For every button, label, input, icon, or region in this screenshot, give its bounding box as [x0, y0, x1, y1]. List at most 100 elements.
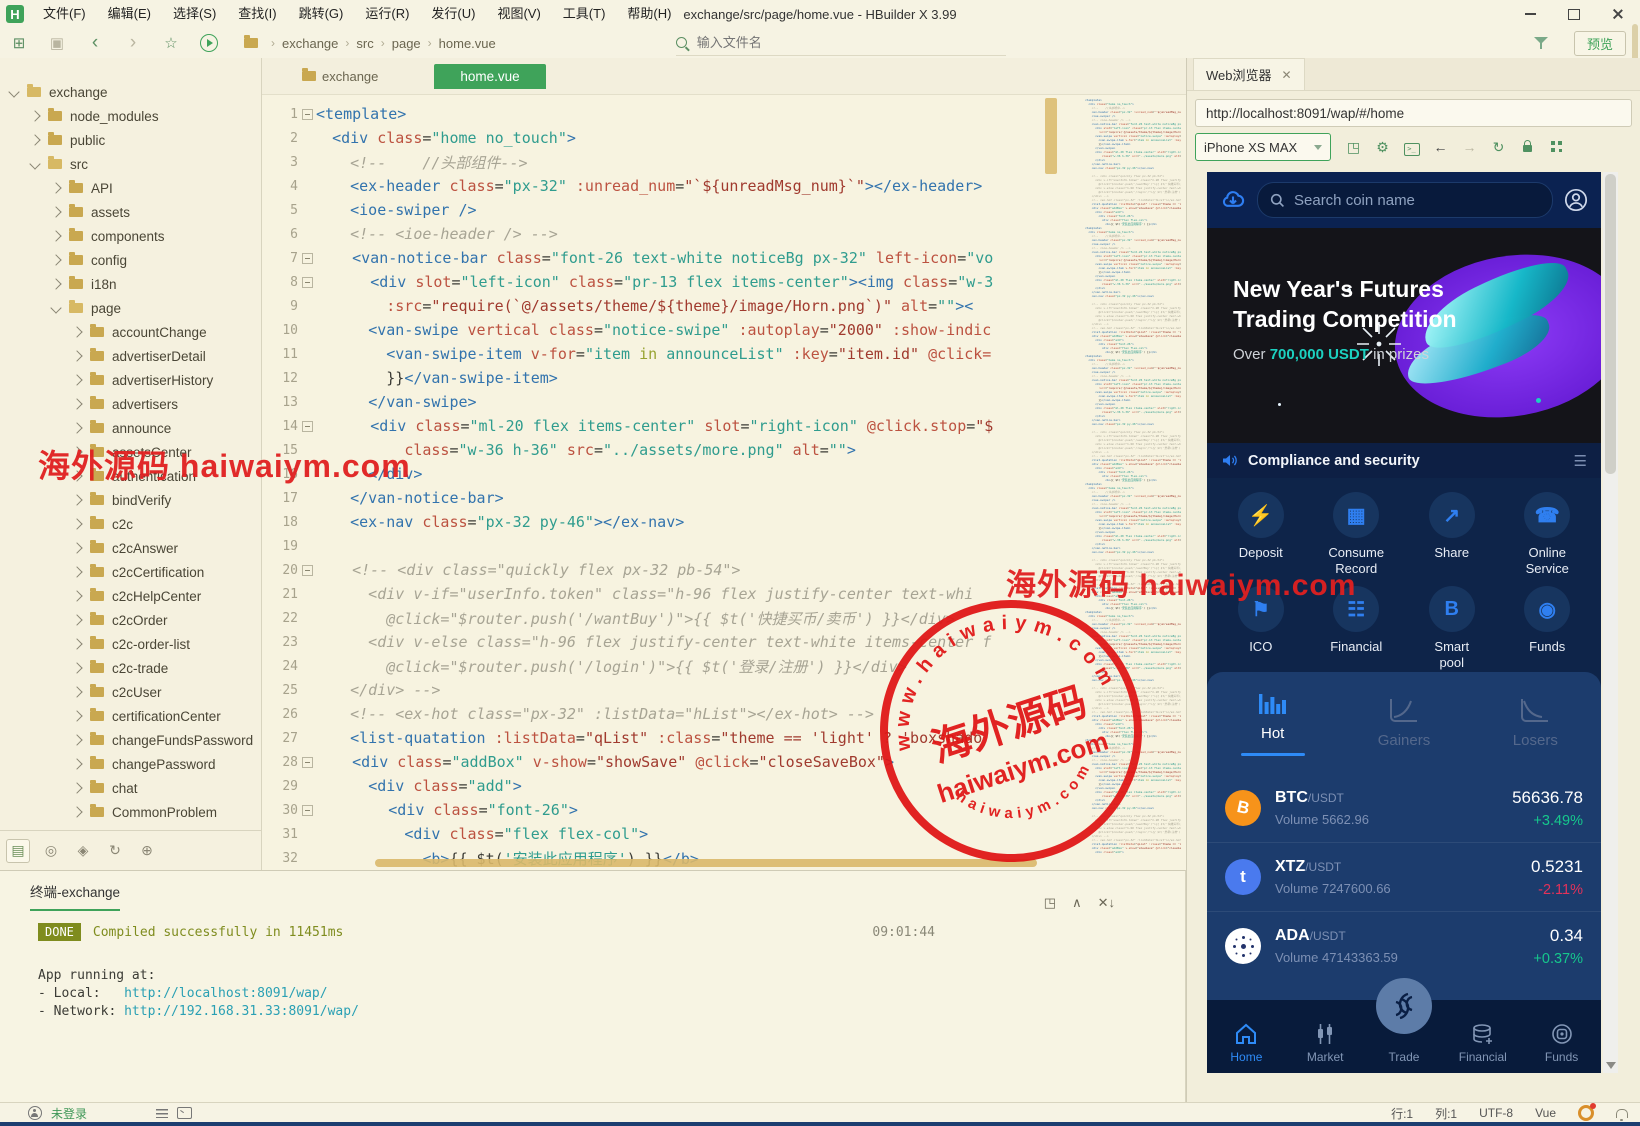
code-line[interactable]: 10 <van-swipe vertical class="notice-swi…: [262, 318, 1186, 342]
chevron-right-icon[interactable]: [71, 638, 83, 650]
coin-search-box[interactable]: Search coin name: [1257, 182, 1553, 218]
terminal-tab[interactable]: 终端-exchange: [30, 881, 121, 911]
tree-item-config[interactable]: config: [0, 248, 261, 272]
plugins-view-icon[interactable]: ◈: [72, 840, 94, 862]
preview-scrollbar[interactable]: [1603, 172, 1618, 1073]
tree-item-accountChange[interactable]: accountChange: [0, 320, 261, 344]
breadcrumb[interactable]: › exchange › src › page › home.vue: [244, 35, 496, 51]
quick-action-share[interactable]: ↗ Share: [1404, 492, 1500, 578]
nav-home[interactable]: Home: [1207, 1000, 1286, 1073]
account-icon[interactable]: [28, 1106, 42, 1120]
tree-item-assetsCenter[interactable]: assetsCenter: [0, 440, 261, 464]
editor-vscrollbar[interactable]: [1045, 98, 1057, 174]
code-line[interactable]: 12 }}</van-swipe-item>: [262, 366, 1186, 390]
tree-item-c2c-order-list[interactable]: c2c-order-list: [0, 632, 261, 656]
tree-item-components[interactable]: components: [0, 224, 261, 248]
tab-losers[interactable]: Losers: [1470, 672, 1601, 774]
chevron-right-icon[interactable]: [71, 710, 83, 722]
notice-bar[interactable]: Compliance and security ☰: [1207, 443, 1601, 478]
lock-icon[interactable]: [1513, 139, 1542, 155]
promo-banner[interactable]: New Year's Futures Trading Competition O…: [1207, 228, 1601, 443]
filetype[interactable]: Vue: [1535, 1106, 1556, 1120]
breadcrumb-item[interactable]: page: [392, 36, 421, 51]
tree-item-c2c[interactable]: c2c: [0, 512, 261, 536]
quick-action-funds[interactable]: ◉ Funds: [1500, 586, 1596, 672]
code-line[interactable]: 18 <ex-nav class="px-32 py-46"></ex-nav>: [262, 510, 1186, 534]
tab-gainers[interactable]: Gainers: [1338, 672, 1469, 774]
code-line[interactable]: 27 <list-quatation :listData="qList" :cl…: [262, 726, 1186, 750]
chevron-right-icon[interactable]: [71, 758, 83, 770]
device-selector[interactable]: iPhone XS MAX: [1195, 133, 1331, 161]
chevron-right-icon[interactable]: [71, 518, 83, 530]
quick-action-consume-record[interactable]: ▦ Consume Record: [1309, 492, 1405, 578]
fold-icon[interactable]: [302, 804, 313, 816]
nav-market[interactable]: Market: [1286, 1000, 1365, 1073]
quick-action-online-service[interactable]: ☎ Online Service: [1500, 492, 1596, 578]
code-line[interactable]: 22 @click="$router.push('/wantBuy')">{{ …: [262, 606, 1186, 630]
tree-item-CommonProblem[interactable]: CommonProblem: [0, 800, 261, 824]
menu-item[interactable]: 发行(U): [420, 0, 486, 28]
gear-icon[interactable]: ⚙: [1368, 139, 1397, 156]
menu-item[interactable]: 文件(F): [32, 0, 97, 28]
chevron-right-icon[interactable]: [71, 614, 83, 626]
menu-item[interactable]: 工具(T): [552, 0, 617, 28]
chevron-right-icon[interactable]: [71, 542, 83, 554]
coin-row-xtz[interactable]: t XTZ/USDT Volume 7247600.66 0.5231 -2.1…: [1207, 842, 1601, 911]
breadcrumb-item[interactable]: home.vue: [439, 36, 496, 51]
chevron-right-icon[interactable]: [50, 278, 62, 290]
fold-icon[interactable]: [302, 252, 313, 264]
terminal-collapse-icon[interactable]: ∧: [1072, 895, 1082, 911]
code-line[interactable]: 9 :src="require(`@/assets/theme/${theme}…: [262, 294, 1186, 318]
nav-trade[interactable]: Trade: [1365, 978, 1444, 1073]
chevron-right-icon[interactable]: [71, 782, 83, 794]
browser-tab-close-icon[interactable]: ✕: [1282, 68, 1292, 82]
chevron-down-icon[interactable]: [29, 158, 41, 170]
breadcrumb-item[interactable]: src: [356, 36, 373, 51]
chevron-right-icon[interactable]: [50, 182, 62, 194]
run-button[interactable]: [190, 34, 228, 52]
tree-item-c2cHelpCenter[interactable]: c2cHelpCenter: [0, 584, 261, 608]
tree-item-announce[interactable]: announce: [0, 416, 261, 440]
fold-icon[interactable]: [302, 108, 313, 120]
tree-item-page[interactable]: page: [0, 296, 261, 320]
coin-row-ada[interactable]: ADA/USDT Volume 47143363.59 0.34 +0.37%: [1207, 911, 1601, 980]
tree-item-API[interactable]: API: [0, 176, 261, 200]
code-line[interactable]: 24 @click="$router.push('/login')">{{ $t…: [262, 654, 1186, 678]
code-line[interactable]: 23 <div v-else class="h-96 flex justify-…: [262, 630, 1186, 654]
notice-list-icon[interactable]: ☰: [1574, 452, 1587, 470]
chevron-right-icon[interactable]: [50, 230, 62, 242]
code-line[interactable]: 6 <!-- <ioe-header /> -->: [262, 222, 1186, 246]
coin-row-btc[interactable]: B BTC/USDT Volume 5662.96 56636.78 +3.49…: [1207, 774, 1601, 842]
tree-item-advertiserDetail[interactable]: advertiserDetail: [0, 344, 261, 368]
refresh-view-icon[interactable]: ↻: [104, 840, 126, 862]
tree-item-advertiserHistory[interactable]: advertiserHistory: [0, 368, 261, 392]
terminal-export-icon[interactable]: ◳: [1044, 895, 1056, 911]
tree-item-public[interactable]: public: [0, 128, 261, 152]
cloud-download-icon[interactable]: [1219, 186, 1247, 214]
tree-item-i18n[interactable]: i18n: [0, 272, 261, 296]
address-bar[interactable]: http://localhost:8091/wap/#/home: [1195, 99, 1632, 127]
tree-item-certificationCenter[interactable]: certificationCenter: [0, 704, 261, 728]
code-line[interactable]: 31 <div class="flex flex-col">: [262, 822, 1186, 846]
browser-tab[interactable]: Web浏览器 ✕: [1193, 58, 1305, 90]
code-line[interactable]: 7 <van-notice-bar class="font-26 text-wh…: [262, 246, 1186, 270]
tab-hot[interactable]: Hot: [1207, 672, 1338, 774]
code-line[interactable]: 14 <div class="ml-20 flex items-center" …: [262, 414, 1186, 438]
open-external-icon[interactable]: ◳: [1339, 139, 1368, 156]
project-explorer[interactable]: exchange node_modules public src API assets co…: [0, 58, 262, 830]
save-button[interactable]: ▣: [38, 34, 76, 52]
code-line[interactable]: 21 <div v-if="userInfo.token" class="h-9…: [262, 582, 1186, 606]
menu-item[interactable]: 视图(V): [486, 0, 551, 28]
chevron-right-icon[interactable]: [50, 206, 62, 218]
tree-item-authentication[interactable]: authentication: [0, 464, 261, 488]
nav-financial[interactable]: Financial: [1443, 1000, 1522, 1073]
tree-item-c2cOrder[interactable]: c2cOrder: [0, 608, 261, 632]
tree-item-c2cCertification[interactable]: c2cCertification: [0, 560, 261, 584]
tree-item-assets[interactable]: assets: [0, 200, 261, 224]
code-line[interactable]: 5 <ioe-swiper />: [262, 198, 1186, 222]
fold-icon[interactable]: [302, 564, 313, 576]
menu-item[interactable]: 选择(S): [162, 0, 227, 28]
chevron-right-icon[interactable]: [71, 326, 83, 338]
tree-item-c2cUser[interactable]: c2cUser: [0, 680, 261, 704]
fold-icon[interactable]: [302, 756, 313, 768]
